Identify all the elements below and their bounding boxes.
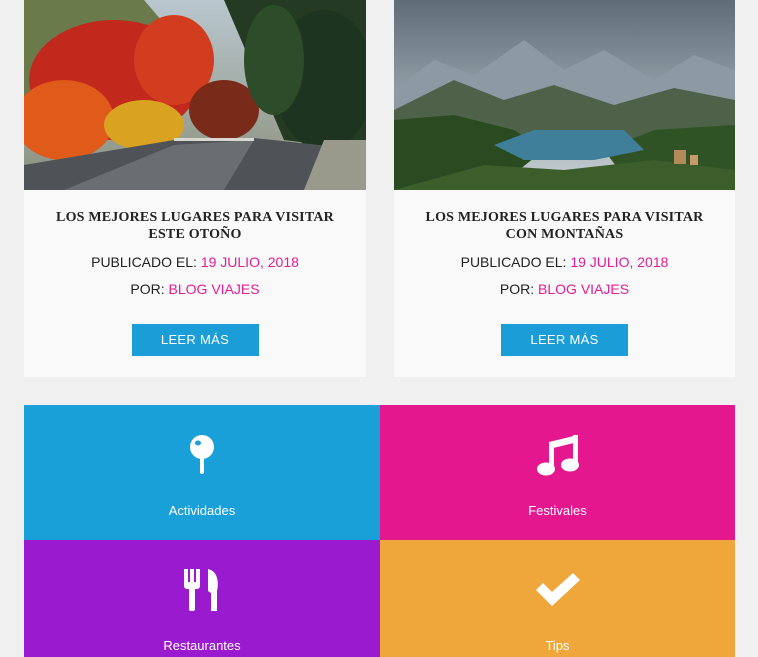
- category-label: Tips: [545, 638, 570, 653]
- category-tile-actividades[interactable]: Actividades: [24, 405, 380, 540]
- read-more-button[interactable]: LEER MÁS: [131, 324, 259, 356]
- category-label: Restaurantes: [163, 638, 241, 653]
- category-tile-festivales[interactable]: Festivales: [380, 405, 735, 540]
- post-image-mountain-lake[interactable]: [394, 0, 735, 190]
- post-date-line: PUBLICADO EL: 19 JULIO, 2018: [394, 254, 735, 270]
- by-label: POR:: [130, 281, 165, 297]
- post-author[interactable]: BLOG VIAJES: [538, 281, 629, 297]
- read-more-button[interactable]: LEER MÁS: [501, 324, 628, 356]
- post-image-autumn-road[interactable]: [24, 0, 366, 190]
- map-pin-icon: [189, 433, 215, 477]
- post-card-autumn: LOS MEJORES LUGARES PARA VISITAR ESTE OT…: [24, 0, 366, 377]
- published-label: PUBLICADO EL:: [460, 254, 567, 270]
- check-icon: [535, 568, 580, 612]
- category-tile-restaurantes[interactable]: Restaurantes: [24, 540, 380, 657]
- post-card-mountains: LOS MEJORES LUGARES PARA VISITAR CON MON…: [394, 0, 735, 377]
- category-label: Festivales: [528, 503, 587, 518]
- music-note-icon: [536, 433, 580, 477]
- post-title[interactable]: LOS MEJORES LUGARES PARA VISITAR CON MON…: [414, 209, 715, 243]
- category-label: Actividades: [168, 503, 236, 518]
- post-date[interactable]: 19 JULIO, 2018: [570, 254, 668, 270]
- post-date[interactable]: 19 JULIO, 2018: [201, 254, 299, 270]
- post-author-line: POR: BLOG VIAJES: [24, 281, 366, 297]
- published-label: PUBLICADO EL:: [91, 254, 197, 270]
- fork-knife-icon: [184, 568, 220, 612]
- post-author[interactable]: BLOG VIAJES: [169, 281, 260, 297]
- by-label: POR:: [499, 281, 535, 297]
- post-title[interactable]: LOS MEJORES LUGARES PARA VISITAR ESTE OT…: [44, 209, 346, 243]
- post-date-line: PUBLICADO EL: 19 JULIO, 2018: [24, 254, 366, 270]
- category-tile-tips[interactable]: Tips: [380, 540, 735, 657]
- post-author-line: POR: BLOG VIAJES: [394, 281, 735, 297]
